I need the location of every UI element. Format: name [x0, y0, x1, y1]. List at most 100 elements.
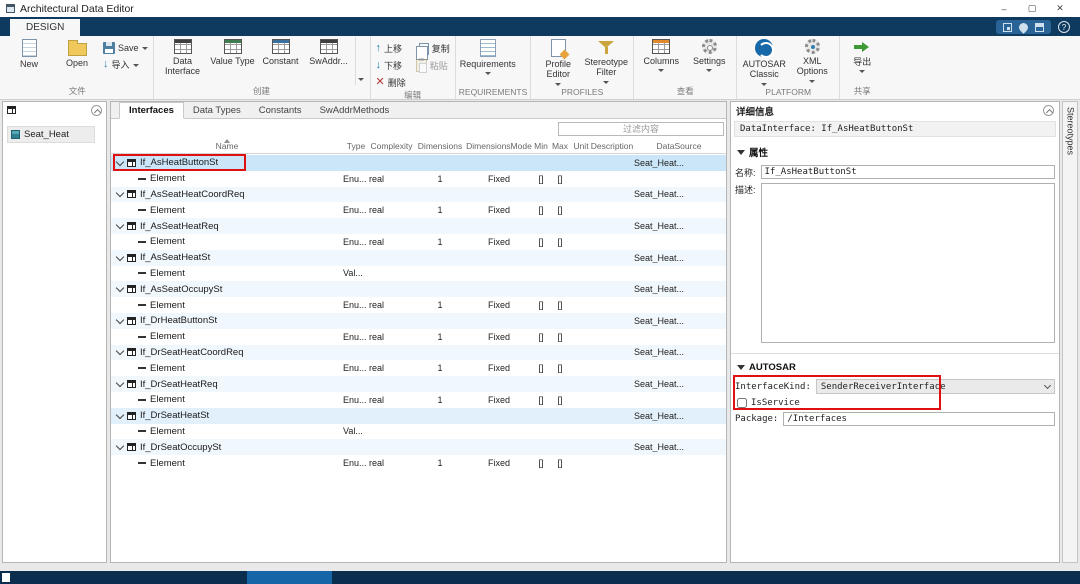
chevron-down-icon[interactable]: [114, 319, 125, 323]
column-header-dimensions[interactable]: Dimensions: [414, 138, 466, 153]
close-button[interactable]: ✕: [1046, 1, 1074, 16]
column-header-dimensionsmode[interactable]: DimensionsMode: [466, 138, 532, 153]
copy-button[interactable]: 复制: [416, 42, 450, 55]
row-name: If_DrHeatButtonSt: [140, 315, 217, 326]
profile-editor-button[interactable]: Profile Editor: [534, 37, 582, 86]
swaddr-button[interactable]: SwAddr...: [305, 37, 353, 66]
chevron-down-icon[interactable]: [114, 287, 125, 291]
cell-dimensions: 1: [414, 395, 466, 405]
maximize-button[interactable]: ▢: [1018, 1, 1046, 16]
table-row-if_drheatbuttonst[interactable]: If_DrHeatButtonStSeat_Heat...: [111, 313, 726, 329]
tab-stereotypes[interactable]: Stereotypes: [1066, 107, 1076, 155]
xml-options-button[interactable]: XML Options: [788, 37, 836, 83]
help-icon[interactable]: ?: [1058, 21, 1070, 33]
delete-button[interactable]: ✕ 删除: [376, 76, 406, 89]
table-row-element[interactable]: ElementVal...: [111, 424, 726, 440]
cell-max: []: [550, 205, 570, 215]
tree-item-seat-heat[interactable]: Seat_Heat: [7, 126, 95, 143]
tab-constants[interactable]: Constants: [250, 102, 311, 118]
export-button[interactable]: 导出: [843, 37, 881, 73]
column-header-unit[interactable]: Unit: [570, 138, 592, 153]
stereotype-filter-button[interactable]: Stereotype Filter: [582, 37, 630, 84]
chevron-down-icon[interactable]: [114, 445, 125, 449]
table-row-element[interactable]: ElementEnu...real1Fixed[][]: [111, 234, 726, 250]
ribbon-section-view: Columns Settings 查看: [634, 36, 737, 99]
table-row-if_asseatoccupyst[interactable]: If_AsSeatOccupyStSeat_Heat...: [111, 281, 726, 297]
chevron-down-icon[interactable]: [114, 414, 125, 418]
description-field[interactable]: [761, 183, 1055, 343]
settings-button[interactable]: Settings: [685, 37, 733, 72]
column-header-max[interactable]: Max: [550, 138, 570, 153]
table-row-element[interactable]: ElementEnu...real1Fixed[][]: [111, 329, 726, 345]
table-row-if_drseatheatreq[interactable]: If_DrSeatHeatReqSeat_Heat...: [111, 376, 726, 392]
column-header-name[interactable]: Name: [111, 138, 343, 153]
dock-icon[interactable]: [1035, 23, 1044, 32]
paste-button[interactable]: 粘贴: [416, 59, 450, 72]
table-row-element[interactable]: ElementEnu...real1Fixed[][]: [111, 171, 726, 187]
table-row-if_asseatheatst[interactable]: If_AsSeatHeatStSeat_Heat...: [111, 250, 726, 266]
data-interface-button[interactable]: Data Interface: [157, 37, 209, 77]
new-button[interactable]: New: [5, 37, 53, 69]
table-row-if_drseatheatcoordreq[interactable]: If_DrSeatHeatCoordReqSeat_Heat...: [111, 345, 726, 361]
cell-min: []: [532, 300, 550, 310]
properties-section-header[interactable]: 属性: [731, 137, 1059, 163]
collapse-panel-icon[interactable]: [91, 105, 102, 116]
tab-design[interactable]: DESIGN: [10, 19, 80, 36]
table-row-element[interactable]: ElementEnu...real1Fixed[][]: [111, 455, 726, 471]
table-row-element[interactable]: ElementEnu...real1Fixed[][]: [111, 360, 726, 376]
import-button[interactable]: ↓ 导入: [103, 58, 148, 71]
open-folder-icon: [68, 43, 87, 56]
requirements-icon: [480, 39, 496, 57]
pin-icon[interactable]: [1017, 21, 1030, 34]
cell-min: []: [532, 363, 550, 373]
move-up-button[interactable]: ↑ 上移: [376, 42, 406, 55]
table-row-if_asheatbuttonst[interactable]: If_AsHeatButtonStSeat_Heat...: [111, 155, 726, 171]
layout-icon[interactable]: [1003, 23, 1012, 32]
minimize-button[interactable]: –: [990, 1, 1018, 16]
save-button[interactable]: Save: [103, 42, 148, 54]
chevron-down-icon[interactable]: [114, 256, 125, 260]
tab-swaddrmethods[interactable]: SwAddrMethods: [311, 102, 399, 118]
chevron-down-icon[interactable]: [114, 192, 125, 196]
constant-button[interactable]: Constant: [257, 37, 305, 66]
interface-kind-dropdown[interactable]: SenderReceiverInterface: [816, 379, 1055, 394]
create-gallery-dropdown[interactable]: [355, 37, 367, 85]
table-row-if_asseatheatcoordreq[interactable]: If_AsSeatHeatCoordReqSeat_Heat...: [111, 187, 726, 203]
table-row-element[interactable]: ElementEnu...real1Fixed[][]: [111, 202, 726, 218]
value-type-button[interactable]: Value Type: [209, 37, 257, 66]
section-label-file: 文件: [5, 85, 150, 99]
autosar-section-header[interactable]: AUTOSAR: [731, 354, 1059, 377]
tab-data-types[interactable]: Data Types: [184, 102, 250, 118]
chevron-down-icon[interactable]: [114, 350, 125, 354]
column-header-datasource[interactable]: DataSource: [632, 138, 726, 153]
table-row-if_asseatheatreq[interactable]: If_AsSeatHeatReqSeat_Heat...: [111, 218, 726, 234]
chevron-down-icon[interactable]: [114, 161, 125, 165]
move-down-button[interactable]: ↓ 下移: [376, 59, 406, 72]
filter-input[interactable]: [558, 122, 724, 136]
is-service-checkbox[interactable]: [737, 398, 747, 408]
table-row-element[interactable]: ElementEnu...real1Fixed[][]: [111, 297, 726, 313]
tab-interfaces[interactable]: Interfaces: [119, 102, 184, 119]
columns-button[interactable]: Columns: [637, 37, 685, 72]
cell-complexity: real: [369, 363, 414, 373]
table-row-if_drseatoccupyst[interactable]: If_DrSeatOccupyStSeat_Heat...: [111, 439, 726, 455]
column-header-type[interactable]: Type: [343, 138, 369, 153]
autosar-classic-button[interactable]: AUTOSAR Classic: [740, 37, 788, 86]
table-row-if_drseatheatst[interactable]: If_DrSeatHeatStSeat_Heat...: [111, 408, 726, 424]
chevron-down-icon[interactable]: [114, 382, 125, 386]
row-name: If_AsSeatHeatReq: [140, 221, 219, 232]
chevron-down-icon: [1044, 381, 1051, 388]
requirements-button[interactable]: Requirements: [459, 37, 517, 75]
collapse-details-icon[interactable]: [1043, 105, 1054, 116]
column-header-min[interactable]: Min: [532, 138, 550, 153]
chevron-down-icon[interactable]: [114, 224, 125, 228]
package-field[interactable]: [783, 412, 1055, 426]
table-row-element[interactable]: ElementEnu...real1Fixed[][]: [111, 392, 726, 408]
element-dash-icon: [138, 367, 146, 369]
column-header-complexity[interactable]: Complexity: [369, 138, 414, 153]
open-button[interactable]: Open: [53, 37, 101, 68]
cell-max: []: [550, 363, 570, 373]
name-field[interactable]: [761, 165, 1055, 179]
column-header-description[interactable]: Description: [592, 138, 632, 153]
table-row-element[interactable]: ElementVal...: [111, 266, 726, 282]
